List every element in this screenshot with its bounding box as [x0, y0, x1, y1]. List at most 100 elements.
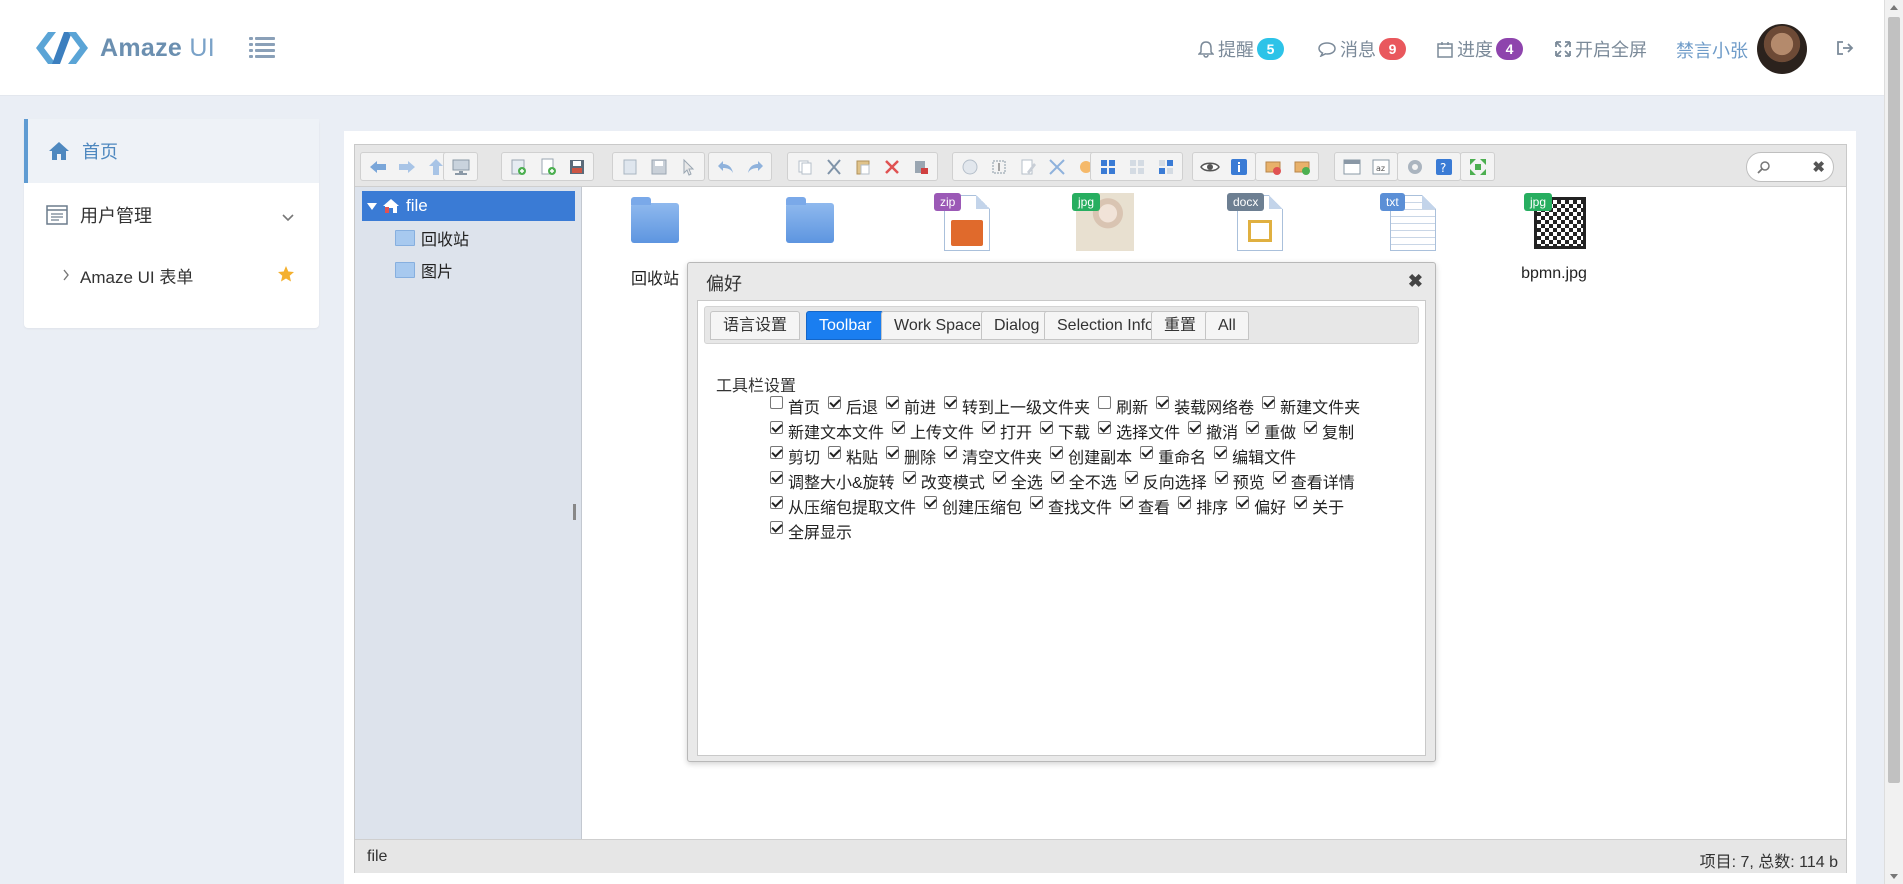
option-item[interactable]: 查看详情	[1272, 469, 1355, 493]
option-checkbox[interactable]	[1178, 496, 1192, 509]
option-checkbox[interactable]	[982, 421, 996, 434]
option-checkbox[interactable]	[1246, 421, 1260, 434]
duplicate-button[interactable]	[955, 154, 984, 179]
preferences-button[interactable]	[1400, 154, 1429, 179]
file-item[interactable]: jpg bpmn.jpg	[1494, 193, 1614, 283]
option-item[interactable]: 预览	[1214, 469, 1265, 493]
tab-workspace[interactable]: Work Space	[881, 311, 994, 340]
option-item[interactable]: 剪切	[770, 444, 820, 468]
option-item[interactable]: 编辑文件	[1214, 444, 1296, 468]
option-checkbox[interactable]	[1040, 421, 1054, 434]
file-item[interactable]: zip	[904, 193, 1024, 265]
option-checkbox[interactable]	[770, 421, 783, 434]
option-checkbox[interactable]	[1214, 446, 1228, 459]
option-checkbox[interactable]	[1188, 421, 1202, 434]
option-checkbox[interactable]	[1098, 396, 1112, 409]
option-checkbox[interactable]	[1120, 496, 1134, 509]
option-item[interactable]: 粘贴	[828, 444, 878, 468]
option-checkbox[interactable]	[770, 521, 783, 534]
select-none-button[interactable]	[1122, 154, 1151, 179]
option-checkbox[interactable]	[828, 446, 842, 459]
tab-reset[interactable]: 重置	[1151, 311, 1210, 340]
option-checkbox[interactable]	[892, 421, 906, 434]
option-item[interactable]: 后退	[828, 394, 878, 418]
option-checkbox[interactable]	[1050, 471, 1064, 484]
option-item[interactable]: 查找文件	[1030, 494, 1112, 518]
option-checkbox[interactable]	[1030, 496, 1044, 509]
option-item[interactable]: 查看	[1120, 494, 1170, 518]
open-button[interactable]	[615, 154, 644, 179]
option-item[interactable]: 转到上一级文件夹	[944, 394, 1090, 418]
option-item[interactable]: 删除	[886, 444, 936, 468]
select-all-button[interactable]	[1093, 154, 1122, 179]
nav-fullscreen[interactable]: 开启全屏	[1555, 30, 1647, 68]
option-checkbox[interactable]	[944, 396, 958, 409]
tab-all[interactable]: All	[1205, 311, 1249, 340]
quicklook-button[interactable]	[1195, 154, 1224, 179]
user-name[interactable]: 禁言小张	[1676, 37, 1748, 63]
option-item[interactable]: 改变模式	[902, 469, 985, 493]
option-item[interactable]: 前进	[886, 394, 936, 418]
fullscreen-button[interactable]	[1463, 154, 1492, 179]
page-scrollbar[interactable]	[1884, 0, 1903, 884]
option-checkbox[interactable]	[1124, 471, 1138, 484]
option-checkbox[interactable]	[1272, 471, 1286, 484]
forward-button[interactable]	[392, 154, 421, 179]
close-icon[interactable]: ✖	[1408, 271, 1423, 292]
sort-button[interactable]: az	[1366, 154, 1395, 179]
cut-button[interactable]	[819, 154, 848, 179]
nav-progress[interactable]: 进度 4	[1437, 30, 1523, 68]
copy-button[interactable]	[790, 154, 819, 179]
option-checkbox[interactable]	[1098, 421, 1112, 434]
option-checkbox[interactable]	[1214, 471, 1228, 484]
option-checkbox[interactable]	[1050, 446, 1064, 459]
option-checkbox[interactable]	[1262, 396, 1276, 409]
tab-toolbar[interactable]: Toolbar	[806, 311, 885, 340]
empty-folder-button[interactable]	[906, 154, 935, 179]
option-checkbox[interactable]	[1304, 421, 1318, 434]
tree-item-recycle[interactable]: 回收站	[395, 225, 469, 251]
archive-button[interactable]	[1287, 154, 1316, 179]
option-checkbox[interactable]	[770, 496, 783, 509]
option-item[interactable]: 复制	[1304, 419, 1354, 443]
menu-toggle-icon[interactable]	[249, 37, 275, 59]
option-checkbox[interactable]	[902, 471, 916, 484]
rename-button[interactable]	[984, 154, 1013, 179]
option-item[interactable]: 从压缩包提取文件	[770, 494, 916, 518]
sidebar-item-home[interactable]: 首页	[24, 119, 319, 183]
tree-item-images[interactable]: 图片	[395, 257, 453, 283]
option-item[interactable]: 排序	[1178, 494, 1228, 518]
file-item[interactable]: jpg	[1042, 193, 1162, 265]
clear-search-icon[interactable]: ✖	[1812, 158, 1825, 176]
tab-dialog[interactable]: Dialog	[981, 311, 1053, 340]
option-checkbox[interactable]	[886, 396, 900, 409]
logo[interactable]: Amaze UI	[34, 28, 215, 68]
option-checkbox[interactable]	[1236, 496, 1250, 509]
new-file-button[interactable]	[533, 154, 562, 179]
view-button[interactable]	[1337, 154, 1366, 179]
nav-reminders[interactable]: 提醒 5	[1198, 30, 1284, 68]
sidebar-item-user-management[interactable]: 用户管理	[24, 183, 319, 247]
option-checkbox[interactable]	[886, 446, 900, 459]
tab-selection-info[interactable]: Selection Info	[1044, 311, 1167, 340]
option-checkbox[interactable]	[1140, 446, 1154, 459]
option-item[interactable]: 反向选择	[1124, 469, 1207, 493]
scroll-thumb[interactable]	[1888, 17, 1900, 783]
split-resize-handle[interactable]	[573, 504, 576, 520]
option-checkbox[interactable]	[944, 446, 958, 459]
netmount-button[interactable]	[446, 154, 475, 179]
option-checkbox[interactable]	[1294, 496, 1308, 509]
logout-icon[interactable]	[1836, 40, 1854, 60]
option-checkbox[interactable]	[924, 496, 938, 509]
nav-messages[interactable]: 消息 9	[1318, 30, 1406, 68]
file-item[interactable]: docx	[1197, 193, 1317, 265]
download-button[interactable]	[644, 154, 673, 179]
option-item[interactable]: 新建文件夹	[1262, 394, 1360, 418]
option-item[interactable]: 全选	[992, 469, 1043, 493]
new-folder-button[interactable]	[504, 154, 533, 179]
option-checkbox[interactable]	[1156, 396, 1170, 409]
undo-button[interactable]	[711, 154, 740, 179]
back-button[interactable]	[363, 154, 392, 179]
option-checkbox[interactable]	[828, 396, 842, 409]
extract-button[interactable]	[1258, 154, 1287, 179]
